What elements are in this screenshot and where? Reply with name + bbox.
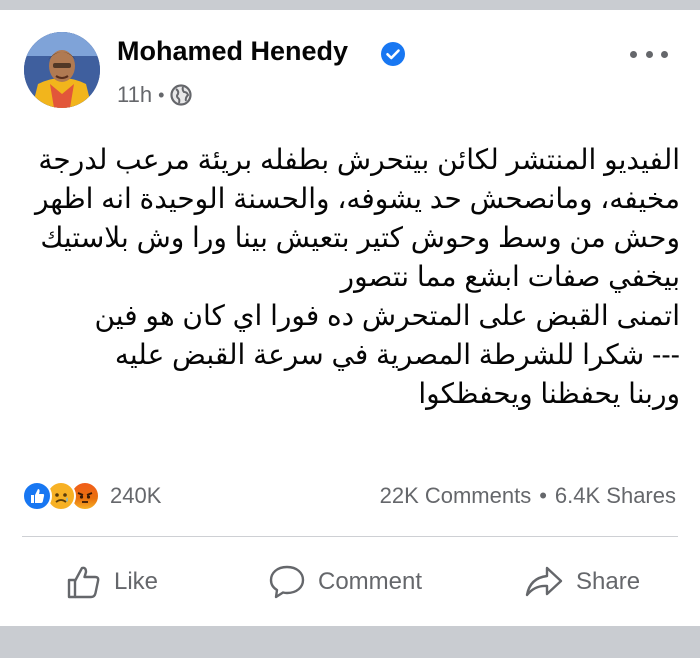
- facebook-post-card: Mohamed Henedy 11h • الفيديو المنتشر لكا…: [0, 10, 700, 626]
- share-button[interactable]: Share: [524, 562, 640, 602]
- thumbs-up-icon: [67, 566, 100, 599]
- verified-badge-icon: [381, 42, 405, 66]
- top-separator-band: [0, 0, 700, 10]
- globe-icon[interactable]: [170, 84, 192, 106]
- post-text-line: مخيفه، ومانصحش حد يشوفه، والحسنة الوحيدة…: [34, 183, 680, 214]
- post-text-line: --- شكرا للشرطة المصرية في سرعة القبض عل…: [114, 339, 680, 370]
- post-text-line: وحش من وسط وحوش كتير بتعيش بينا ورا وش ب…: [40, 222, 680, 253]
- comment-label: Comment: [318, 568, 423, 595]
- comment-button[interactable]: Comment: [268, 562, 422, 602]
- divider: [22, 536, 678, 537]
- comments-count[interactable]: 22K Comments: [380, 483, 532, 509]
- meta-separator: •: [158, 84, 165, 105]
- reactions-count: 240K: [110, 483, 162, 508]
- post-text-line: وربنا يحفظنا ويحفظكوا: [418, 378, 680, 409]
- bottom-separator-band: [0, 626, 700, 658]
- more-dot: [661, 50, 668, 58]
- shares-count[interactable]: 6.4K Shares: [555, 483, 676, 509]
- post-timestamp[interactable]: 11h: [117, 82, 152, 108]
- reactions-summary[interactable]: 240K: [22, 480, 161, 512]
- share-arrow-icon: [525, 566, 563, 597]
- more-dot: [630, 50, 637, 58]
- counts-separator: •: [539, 483, 547, 508]
- post-text: الفيديو المنتشر لكائن بيتحرش بطفله بريئة…: [20, 140, 680, 413]
- author-avatar[interactable]: [24, 32, 100, 108]
- author-name[interactable]: Mohamed Henedy: [117, 36, 348, 67]
- engagement-counts: 22K Comments • 6.4K Shares: [380, 480, 676, 512]
- more-options-icon[interactable]: [630, 44, 668, 64]
- like-reaction-icon: [22, 481, 52, 511]
- post-text-line: بيخفي صفات ابشع مما نتصور: [340, 261, 680, 292]
- post-meta: 11h •: [117, 80, 192, 110]
- post-text-line: اتمنى القبض على المتحرش ده فورا اي كان ه…: [94, 300, 680, 331]
- comment-bubble-icon: [269, 565, 305, 599]
- like-label: Like: [114, 568, 159, 595]
- like-button[interactable]: Like: [66, 562, 158, 602]
- share-label: Share: [576, 568, 641, 595]
- post-text-line: الفيديو المنتشر لكائن بيتحرش بطفله بريئة…: [38, 144, 680, 175]
- more-dot: [645, 50, 653, 58]
